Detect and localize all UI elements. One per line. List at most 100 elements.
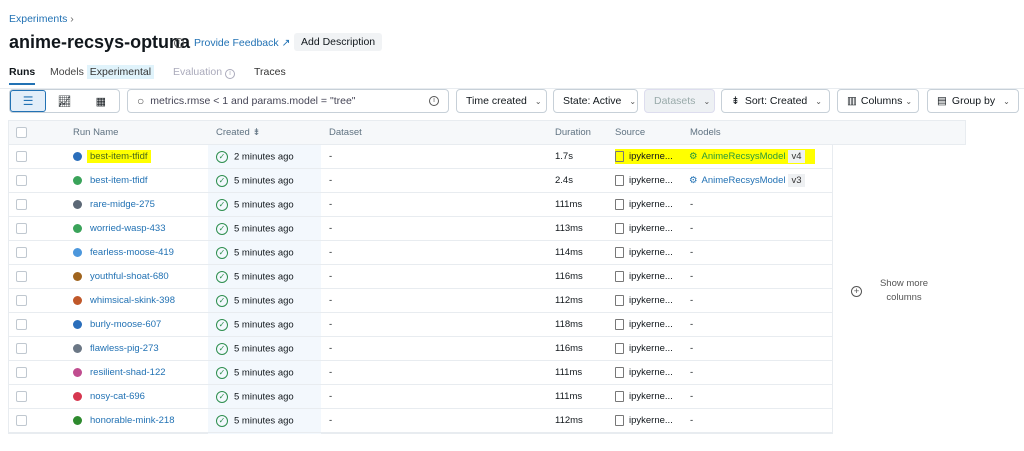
list-view-icon[interactable]: ☰ xyxy=(10,90,47,112)
run-name-link[interactable]: burly-moose-607 xyxy=(87,318,164,331)
provide-feedback-link[interactable]: Provide Feedback ↗ xyxy=(194,37,290,49)
sort-dropdown[interactable]: ⇟ Sort: Created ⌄ xyxy=(721,89,830,113)
group-by-dropdown[interactable]: ▤ Group by ⌄ xyxy=(927,89,1019,113)
success-check-icon: ✓ xyxy=(216,294,228,307)
show-more-columns-panel: + Show more columns xyxy=(832,145,966,434)
created-label: 2 minutes ago xyxy=(234,151,294,163)
header-dataset[interactable]: Dataset xyxy=(329,127,362,138)
run-color-dot[interactable] xyxy=(73,224,82,233)
row-checkbox[interactable] xyxy=(16,367,27,378)
plus-icon: + xyxy=(851,285,862,297)
run-color-dot[interactable] xyxy=(73,344,82,353)
show-more-columns-button[interactable]: + Show more columns xyxy=(851,277,934,305)
tab-runs[interactable]: Runs xyxy=(9,66,36,85)
run-color-dot[interactable] xyxy=(73,200,82,209)
model-link[interactable]: AnimeRecsysModel xyxy=(702,151,786,162)
run-color-dot[interactable] xyxy=(73,416,82,425)
row-checkbox[interactable] xyxy=(16,175,27,186)
source-cell[interactable]: ipykerne... xyxy=(615,390,673,402)
run-color-dot[interactable] xyxy=(73,176,82,185)
datasets-dropdown[interactable]: Datasets ⌄ xyxy=(644,89,715,113)
table-row: fearless-moose-419 ✓ 5 minutes ago - 114m… xyxy=(9,241,833,265)
source-cell[interactable]: ipykerne... xyxy=(615,342,673,354)
run-name-link[interactable]: fearless-moose-419 xyxy=(87,246,177,259)
header-duration[interactable]: Duration xyxy=(555,127,591,138)
tab-models[interactable]: Models Experimental xyxy=(50,65,155,79)
row-checkbox[interactable] xyxy=(16,391,27,402)
source-cell[interactable]: ipykerne... xyxy=(615,318,673,330)
header-created[interactable]: Created ⇟ xyxy=(216,127,260,138)
source-label: ipykerne... xyxy=(629,295,673,306)
model-cell[interactable]: ⚙ AnimeRecsysModel v4 xyxy=(689,150,805,163)
run-name-link[interactable]: resilient-shad-122 xyxy=(87,366,169,379)
run-color-dot[interactable] xyxy=(73,320,82,329)
row-checkbox[interactable] xyxy=(16,151,27,162)
breadcrumb-experiments[interactable]: Experiments xyxy=(9,13,67,25)
row-checkbox[interactable] xyxy=(16,415,27,426)
model-link[interactable]: AnimeRecsysModel xyxy=(702,175,786,186)
run-color-dot[interactable] xyxy=(73,368,82,377)
run-name-link[interactable]: flawless-pig-273 xyxy=(87,342,162,355)
row-checkbox[interactable] xyxy=(16,247,27,258)
run-name-link[interactable]: youthful-shoat-680 xyxy=(87,270,172,283)
row-checkbox[interactable] xyxy=(16,319,27,330)
run-color-dot[interactable] xyxy=(73,272,82,281)
source-cell[interactable]: ipykerne... xyxy=(615,198,673,210)
columns-dropdown[interactable]: ▥ Columns ⌄ xyxy=(837,89,919,113)
tab-traces[interactable]: Traces xyxy=(254,66,286,78)
dataset-cell: - xyxy=(329,391,333,402)
group-label: Group by xyxy=(951,95,996,107)
run-name-link[interactable]: best-item-tfidf xyxy=(87,174,151,187)
source-cell[interactable]: ipykerne... xyxy=(615,414,673,426)
source-cell[interactable]: ipykerne... xyxy=(615,246,673,258)
model-cell[interactable]: ⚙ AnimeRecsysModel v3 xyxy=(689,174,805,187)
run-name-link[interactable]: whimsical-skink-398 xyxy=(87,294,178,307)
table-row: youthful-shoat-680 ✓ 5 minutes ago - 116m… xyxy=(9,265,833,289)
row-checkbox[interactable] xyxy=(16,343,27,354)
notebook-file-icon xyxy=(615,150,624,162)
run-color-dot[interactable] xyxy=(73,296,82,305)
info-icon[interactable]: i xyxy=(174,38,184,48)
header-models[interactable]: Models xyxy=(690,127,721,138)
sort-icon: ⇟ xyxy=(252,127,261,138)
source-cell[interactable]: ipykerne... xyxy=(615,222,673,234)
run-name-link[interactable]: nosy-cat-696 xyxy=(87,390,148,403)
created-cell: ✓ 5 minutes ago xyxy=(216,174,294,187)
add-description-button[interactable]: Add Description xyxy=(294,33,383,51)
run-name-link[interactable]: honorable-mink-218 xyxy=(87,414,178,427)
header-created-label: Created xyxy=(216,127,250,138)
run-name-link[interactable]: best-item-tfidf xyxy=(87,150,151,163)
columns-icon: ▥ xyxy=(847,95,857,107)
state-dropdown[interactable]: State: Active ⌄ xyxy=(553,89,638,113)
header-run-name[interactable]: Run Name xyxy=(73,127,118,138)
table-view-icon[interactable]: ▦ xyxy=(83,95,119,108)
source-cell[interactable]: ipykerne... xyxy=(615,366,673,378)
columns-label: Columns xyxy=(860,95,903,107)
header-source[interactable]: Source xyxy=(615,127,645,138)
table-row: rare-midge-275 ✓ 5 minutes ago - 111ms ip… xyxy=(9,193,833,217)
time-created-dropdown[interactable]: Time created ⌄ xyxy=(456,89,547,113)
row-checkbox[interactable] xyxy=(16,295,27,306)
run-color-dot[interactable] xyxy=(73,152,82,161)
duration-cell: 112ms xyxy=(555,415,583,426)
source-cell[interactable]: ipykerne... xyxy=(615,270,673,282)
chevron-down-icon: ⌄ xyxy=(815,96,822,106)
created-cell: ✓ 5 minutes ago xyxy=(216,342,294,355)
info-icon[interactable]: i xyxy=(429,96,439,106)
chart-view-icon[interactable]: 📈︎ xyxy=(46,95,82,108)
run-color-dot[interactable] xyxy=(73,392,82,401)
run-name-link[interactable]: rare-midge-275 xyxy=(87,198,158,211)
tab-models-label: Models xyxy=(50,66,84,78)
run-color-dot[interactable] xyxy=(73,248,82,257)
run-name-link[interactable]: worried-wasp-433 xyxy=(87,222,169,235)
source-cell[interactable]: ipykerne... xyxy=(615,294,673,306)
tab-evaluation[interactable]: Evaluation i xyxy=(173,66,235,79)
model-cell: - xyxy=(690,343,694,354)
chevron-down-icon: ⌄ xyxy=(905,96,913,106)
row-checkbox[interactable] xyxy=(16,271,27,282)
row-checkbox[interactable] xyxy=(16,199,27,210)
select-all-checkbox[interactable] xyxy=(16,127,27,138)
model-icon: ⚙ xyxy=(689,151,698,162)
row-checkbox[interactable] xyxy=(16,223,27,234)
search-input[interactable]: ○ metrics.rmse < 1 and params.model = "t… xyxy=(127,89,449,113)
